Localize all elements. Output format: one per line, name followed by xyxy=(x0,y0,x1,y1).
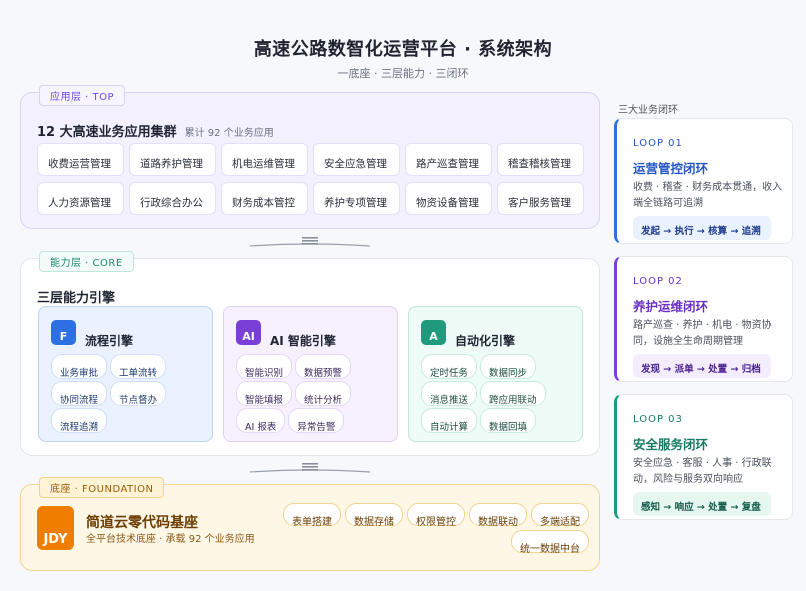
ai-engine-card[interactable]: AI AI 智能引擎 智能识别 数据预警 智能填报 统计分析 AI 报表 异常告… xyxy=(223,306,398,442)
loop-id: LOOP 03 xyxy=(633,414,683,425)
capability-chip[interactable]: 工单流转 xyxy=(110,354,167,379)
automation-engine-chips: 定时任务 数据同步 消息推送 跨应用联动 自动计算 数据回填 xyxy=(421,354,581,433)
loop-name: 养护运维闭环 xyxy=(633,299,709,314)
core-layer-title: 三层能力引擎 xyxy=(37,291,116,306)
loop-flow: 发起 → 执行 → 核算 → 追溯 xyxy=(633,216,771,240)
foundation-chip[interactable]: 数据存储 xyxy=(345,503,403,528)
foundation-chip[interactable]: 统一数据中台 xyxy=(511,530,589,555)
app-item[interactable]: 行政综合办公 xyxy=(129,182,216,215)
capability-chip[interactable]: 定时任务 xyxy=(421,354,478,379)
flow-engine-icon: F xyxy=(51,320,76,345)
app-layer: 应用层 · TOP 12 大高速业务应用集群 累计 92 个业务应用 收费运营管理… xyxy=(20,85,600,229)
loop-desc: 收费 · 稽查 · 财务成本贯通，收入端全链路可追溯 xyxy=(633,182,783,209)
flow-engine-chips: 业务审批 工单流转 协同流程 节点督办 流程追溯 xyxy=(51,354,211,433)
app-layer-tag: 应用层 · TOP xyxy=(39,85,126,106)
capability-chip[interactable]: 数据预警 xyxy=(295,354,352,379)
foundation-layer: 底座 · FOUNDATION JDY 简道云零代码基座 全平台技术底座 · 承… xyxy=(20,477,600,571)
capability-chip[interactable]: 消息推送 xyxy=(421,381,478,406)
page-title: 高速公路数智化运营平台 · 系统架构 xyxy=(253,39,553,60)
capability-chip[interactable]: 业务审批 xyxy=(51,354,108,379)
app-item[interactable]: 财务成本管控 xyxy=(221,182,308,215)
app-item[interactable]: 稽查稽核管理 xyxy=(497,143,584,176)
loop-id: LOOP 02 xyxy=(633,276,683,287)
core-layer: 能力层 · CORE 三层能力引擎 F 流程引擎 业务审批 工单流转 协同流程 … xyxy=(20,251,600,456)
automation-engine-card[interactable]: A 自动化引擎 定时任务 数据同步 消息推送 跨应用联动 自动计算 数据回填 xyxy=(408,306,583,442)
core-layer-tag: 能力层 · CORE xyxy=(39,251,134,272)
foundation-layer-tag: 底座 · FOUNDATION xyxy=(39,477,165,498)
capability-chip[interactable]: 流程追溯 xyxy=(51,408,108,433)
capability-chip[interactable]: 节点督办 xyxy=(110,381,167,406)
app-item[interactable]: 安全应急管理 xyxy=(313,143,400,176)
foundation-name: 简道云零代码基座 xyxy=(86,515,198,531)
app-item[interactable]: 路产巡查管理 xyxy=(405,143,492,176)
loop-flow: 感知 → 响应 → 处置 → 复盘 xyxy=(633,492,771,516)
loops-heading: 三大业务闭环 xyxy=(618,105,678,116)
flow-engine-title: 流程引擎 xyxy=(85,334,134,348)
layer-connector-top xyxy=(250,237,370,247)
page-subtitle: 一底座 · 三层能力 · 三闭环 xyxy=(337,67,469,80)
loop-card-safety[interactable]: LOOP 03 安全服务闭环 安全应急 · 客服 · 人事 · 行政联动，风险与… xyxy=(614,394,793,520)
jdy-logo-icon: JDY xyxy=(37,506,74,550)
capability-chip[interactable]: 智能识别 xyxy=(236,354,293,379)
app-item[interactable]: 人力资源管理 xyxy=(37,182,124,215)
app-layer-title: 12 大高速业务应用集群 xyxy=(37,125,177,140)
app-grid: 收费运营管理 道路养护管理 机电运维管理 安全应急管理 路产巡查管理 稽查稽核管… xyxy=(37,143,589,215)
capability-chip[interactable]: AI 报表 xyxy=(236,408,286,433)
capability-chip[interactable]: 协同流程 xyxy=(51,381,108,406)
capability-chip[interactable]: 跨应用联动 xyxy=(480,381,546,406)
flow-engine-card[interactable]: F 流程引擎 业务审批 工单流转 协同流程 节点督办 流程追溯 xyxy=(38,306,213,442)
capability-chip[interactable]: 异常告警 xyxy=(288,408,345,433)
app-item[interactable]: 道路养护管理 xyxy=(129,143,216,176)
loop-desc: 路产巡查 · 养护 · 机电 · 物资协同，设施全生命周期管理 xyxy=(633,320,772,347)
app-item[interactable]: 收费运营管理 xyxy=(37,143,124,176)
app-item[interactable]: 客户服务管理 xyxy=(497,182,584,215)
loop-flow: 发现 → 派单 → 处置 → 归档 xyxy=(633,354,771,378)
capability-chip[interactable]: 自动计算 xyxy=(421,408,478,433)
app-layer-heading: 12 大高速业务应用集群 累计 92 个业务应用 xyxy=(37,121,274,140)
loop-name: 安全服务闭环 xyxy=(633,437,709,452)
loop-desc: 安全应急 · 客服 · 人事 · 行政联动，风险与服务双向响应 xyxy=(633,458,772,485)
loop-id: LOOP 01 xyxy=(633,138,683,149)
capability-chip[interactable]: 智能填报 xyxy=(236,381,293,406)
ai-engine-chips: 智能识别 数据预警 智能填报 统计分析 AI 报表 异常告警 xyxy=(236,354,396,433)
capability-chip[interactable]: 数据回填 xyxy=(480,408,537,433)
foundation-chips: 表单搭建 数据存储 权限管控 数据联动 多端适配 统一数据中台 xyxy=(274,503,589,555)
capability-chip[interactable]: 数据同步 xyxy=(480,354,537,379)
layer-connector-bottom xyxy=(250,463,370,473)
automation-engine-title: 自动化引擎 xyxy=(455,334,516,348)
foundation-chip[interactable]: 数据联动 xyxy=(469,503,527,528)
app-count: 累计 92 个业务应用 xyxy=(184,128,274,139)
automation-engine-icon: A xyxy=(421,320,446,345)
foundation-desc: 全平台技术底座 · 承载 92 个业务应用 xyxy=(86,534,255,545)
app-item[interactable]: 养护专项管理 xyxy=(313,182,400,215)
ai-engine-title: AI 智能引擎 xyxy=(270,334,336,348)
capability-chip[interactable]: 统计分析 xyxy=(295,381,352,406)
loop-card-maintenance[interactable]: LOOP 02 养护运维闭环 路产巡查 · 养护 · 机电 · 物资协同，设施全… xyxy=(614,256,793,382)
app-item[interactable]: 物资设备管理 xyxy=(405,182,492,215)
foundation-chip[interactable]: 多端适配 xyxy=(531,503,589,528)
loop-card-operations[interactable]: LOOP 01 运营管控闭环 收费 · 稽查 · 财务成本贯通，收入端全链路可追… xyxy=(614,118,793,244)
foundation-chip[interactable]: 权限管控 xyxy=(407,503,465,528)
foundation-chip[interactable]: 表单搭建 xyxy=(283,503,341,528)
ai-engine-icon: AI xyxy=(236,320,261,345)
app-item[interactable]: 机电运维管理 xyxy=(221,143,308,176)
loop-name: 运营管控闭环 xyxy=(633,161,709,176)
